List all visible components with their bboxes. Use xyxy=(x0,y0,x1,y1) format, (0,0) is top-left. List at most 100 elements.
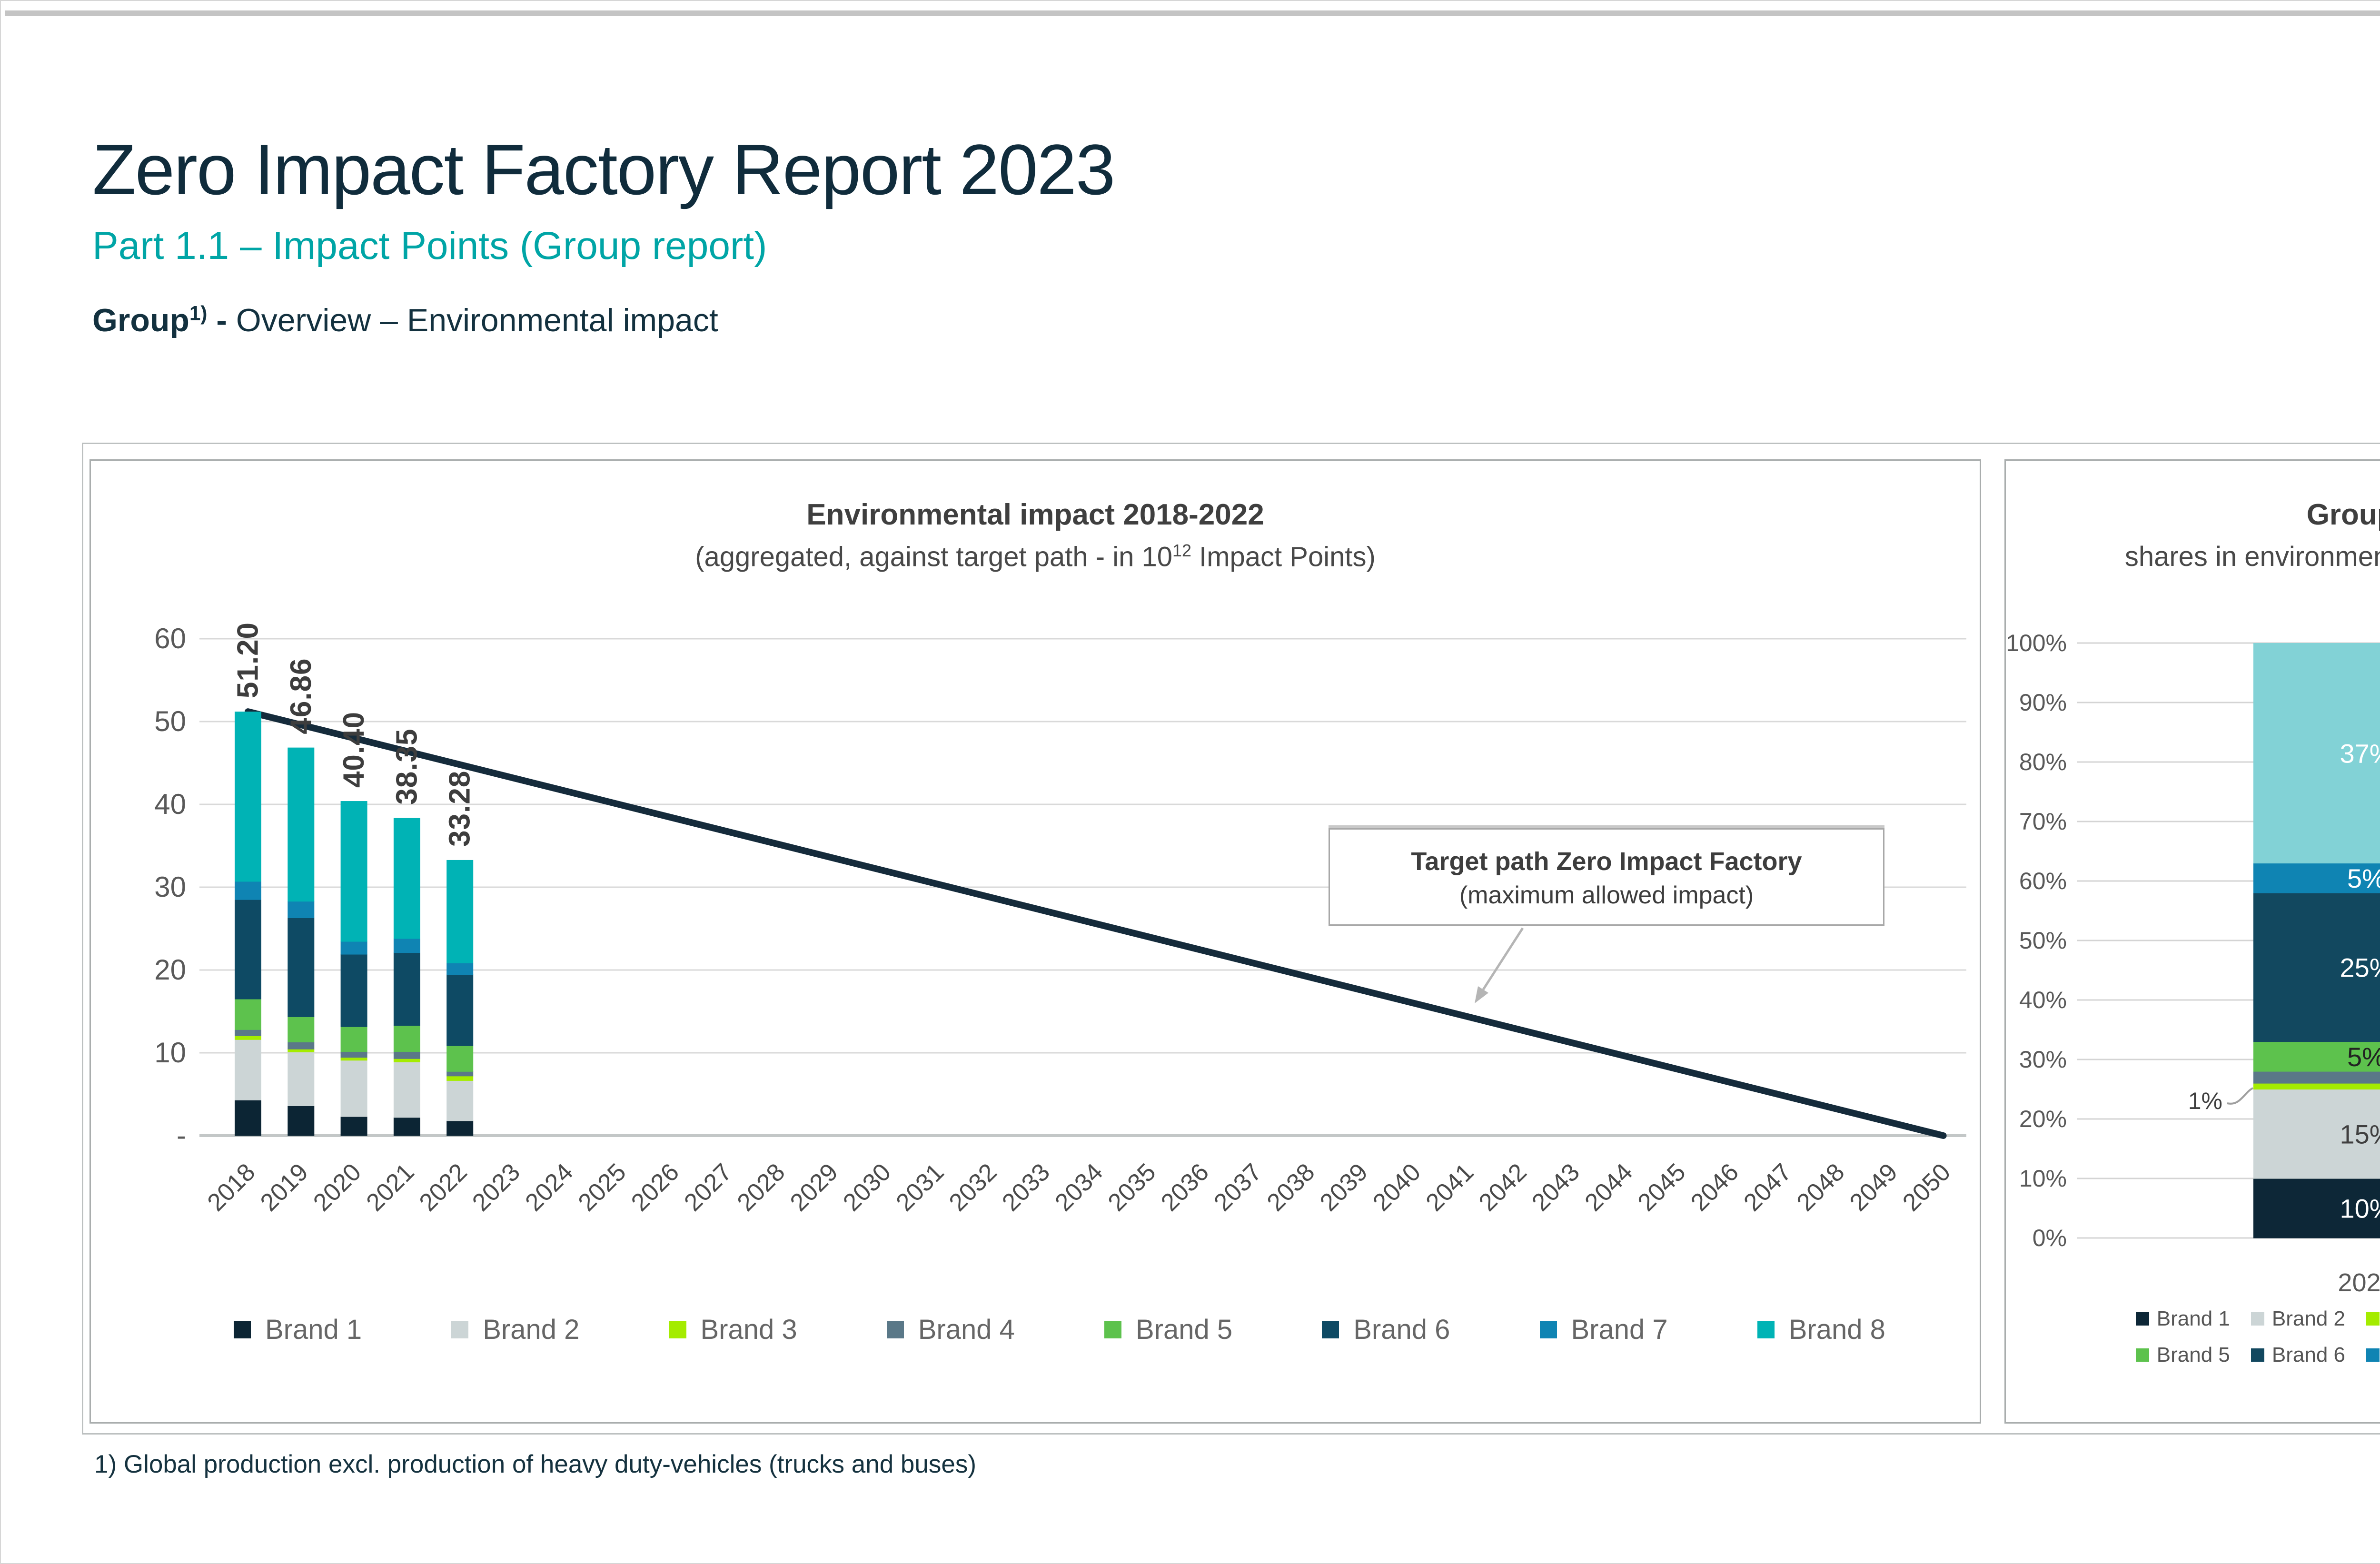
annotation-title: Target path Zero Impact Factory xyxy=(1411,847,1802,876)
svg-text:2020: 2020 xyxy=(308,1158,367,1217)
top-rule xyxy=(5,10,2380,16)
svg-text:15%: 15% xyxy=(2340,1119,2380,1149)
legend-item: Brand 5 xyxy=(2135,1343,2230,1367)
svg-text:40: 40 xyxy=(154,788,186,820)
svg-text:2045: 2045 xyxy=(1633,1158,1691,1217)
legend-swatch xyxy=(2251,1312,2264,1326)
impact-chart-subtitle: (aggregated, against target path - in 10… xyxy=(695,541,1376,573)
svg-text:20%: 20% xyxy=(2019,1106,2067,1132)
svg-text:1%: 1% xyxy=(2188,1088,2222,1114)
svg-text:5%: 5% xyxy=(2347,1042,2380,1072)
svg-text:2025: 2025 xyxy=(573,1158,632,1217)
legend-item: Brand 2 xyxy=(2251,1307,2345,1331)
svg-text:2026: 2026 xyxy=(626,1158,684,1217)
legend-swatch xyxy=(234,1321,251,1338)
shares-chart-title: Group: xyxy=(2306,498,2380,531)
svg-text:2046: 2046 xyxy=(1686,1158,1744,1217)
legend-label: Brand 5 xyxy=(2156,1343,2230,1366)
annotation-subtitle: (maximum allowed impact) xyxy=(1459,881,1754,909)
svg-text:2028: 2028 xyxy=(732,1158,791,1217)
legend-label: Brand 7 xyxy=(1571,1314,1668,1345)
svg-text:10%: 10% xyxy=(2340,1194,2380,1224)
svg-text:2022: 2022 xyxy=(2338,1268,2380,1297)
svg-text:2050: 2050 xyxy=(1897,1158,1956,1217)
svg-text:60%: 60% xyxy=(2019,868,2067,894)
svg-text:2044: 2044 xyxy=(1579,1158,1638,1217)
shares-chart-svg: 0% 10% 20% 30% 40% 50% 60% 70% 80% 90% 100% 10% 15% 1… xyxy=(2006,630,2380,1297)
svg-text:2024: 2024 xyxy=(520,1158,578,1217)
svg-text:33.28: 33.28 xyxy=(444,771,476,847)
legend-swatch xyxy=(2366,1348,2380,1362)
svg-text:0%: 0% xyxy=(2033,1225,2067,1251)
svg-text:50: 50 xyxy=(154,705,186,737)
legend-label: Brand 2 xyxy=(483,1314,580,1345)
report-page: Zero Impact Factory Report 2023 Part 1.1… xyxy=(0,0,2380,1564)
svg-text:2035: 2035 xyxy=(1103,1158,1161,1217)
svg-text:2021: 2021 xyxy=(361,1158,420,1217)
svg-text:90%: 90% xyxy=(2019,689,2067,716)
svg-text:2037: 2037 xyxy=(1209,1158,1267,1217)
svg-text:70%: 70% xyxy=(2019,808,2067,835)
legend-item: Brand 7 xyxy=(2366,1343,2380,1367)
section-heading-separator: - xyxy=(207,302,236,338)
svg-text:38.35: 38.35 xyxy=(390,729,423,805)
svg-text:51.20: 51.20 xyxy=(232,622,265,698)
svg-text:2034: 2034 xyxy=(1050,1158,1108,1217)
legend-swatch xyxy=(669,1321,686,1338)
section-heading-footnote-marker: 1) xyxy=(189,302,208,325)
svg-text:100%: 100% xyxy=(2006,630,2067,656)
shares-chart-subtitle: shares in environmental impact (in %) xyxy=(2124,541,2380,572)
svg-text:60: 60 xyxy=(154,623,186,654)
svg-text:2032: 2032 xyxy=(944,1158,1002,1217)
legend-item: Brand 1 xyxy=(234,1314,362,1346)
svg-text:2040: 2040 xyxy=(1368,1158,1426,1217)
footnote: 1) Global production excl. production of… xyxy=(94,1450,977,1478)
legend-label: Brand 6 xyxy=(2271,1343,2345,1366)
legend-swatch xyxy=(2366,1312,2380,1326)
svg-text:50%: 50% xyxy=(2019,927,2067,954)
legend-label: Brand 1 xyxy=(2156,1307,2230,1330)
report-subtitle: Part 1.1 – Impact Points (Group report) xyxy=(92,224,767,267)
svg-text:10: 10 xyxy=(154,1037,186,1069)
legend-item: Brand 3 xyxy=(669,1314,797,1346)
svg-text:2033: 2033 xyxy=(997,1158,1055,1217)
legend-swatch xyxy=(2135,1348,2149,1362)
svg-text:25%: 25% xyxy=(2340,952,2380,982)
svg-text:5%: 5% xyxy=(2347,863,2380,893)
legend-item: Brand 1 xyxy=(2135,1307,2230,1331)
svg-text:2018: 2018 xyxy=(202,1158,261,1217)
legend-item: Brand 7 xyxy=(1539,1314,1668,1346)
svg-text:2043: 2043 xyxy=(1527,1158,1585,1217)
legend-swatch xyxy=(1104,1321,1121,1338)
svg-text:2022: 2022 xyxy=(414,1158,473,1217)
legend-item: Brand 2 xyxy=(451,1314,579,1346)
legend-item: Brand 6 xyxy=(2251,1343,2345,1367)
svg-text:2023: 2023 xyxy=(467,1158,526,1217)
legend-swatch xyxy=(1757,1321,1775,1338)
legend-swatch xyxy=(886,1321,904,1338)
svg-text:40%: 40% xyxy=(2019,987,2067,1013)
svg-text:30: 30 xyxy=(154,871,186,903)
section-heading-rest: Overview – Environmental impact xyxy=(236,302,718,338)
svg-text:2041: 2041 xyxy=(1421,1158,1479,1217)
svg-text:40.40: 40.40 xyxy=(337,712,370,788)
svg-text:2039: 2039 xyxy=(1315,1158,1373,1217)
target-path-annotation: Target path Zero Impact Factory (maximum… xyxy=(1329,828,1884,926)
shares-chart-panel: 0% 10% 20% 30% 40% 50% 60% 70% 80% 90% 100% 10% 15% 1… xyxy=(2004,459,2380,1424)
impact-chart-panel: -10 20 30 40 50 60 51.20 46.86 40.40 38.35 33.28 20… xyxy=(89,459,1981,1424)
svg-text:2047: 2047 xyxy=(1738,1158,1797,1217)
svg-text:20: 20 xyxy=(154,954,186,986)
svg-text:2048: 2048 xyxy=(1792,1158,1850,1217)
legend-item: Brand 4 xyxy=(886,1314,1015,1346)
svg-text:2049: 2049 xyxy=(1844,1158,1903,1217)
legend-swatch xyxy=(1322,1321,1339,1338)
svg-text:10%: 10% xyxy=(2019,1165,2067,1192)
section-heading-group: Group xyxy=(92,302,189,338)
svg-text:2027: 2027 xyxy=(679,1158,737,1217)
section-heading: Group1) - Overview – Environmental impac… xyxy=(92,302,718,339)
svg-text:2030: 2030 xyxy=(838,1158,896,1217)
svg-text:37%: 37% xyxy=(2340,738,2380,768)
legend-item: Brand 3 xyxy=(2366,1307,2380,1331)
legend-label: Brand 4 xyxy=(918,1314,1015,1345)
legend-label: Brand 6 xyxy=(1353,1314,1450,1345)
